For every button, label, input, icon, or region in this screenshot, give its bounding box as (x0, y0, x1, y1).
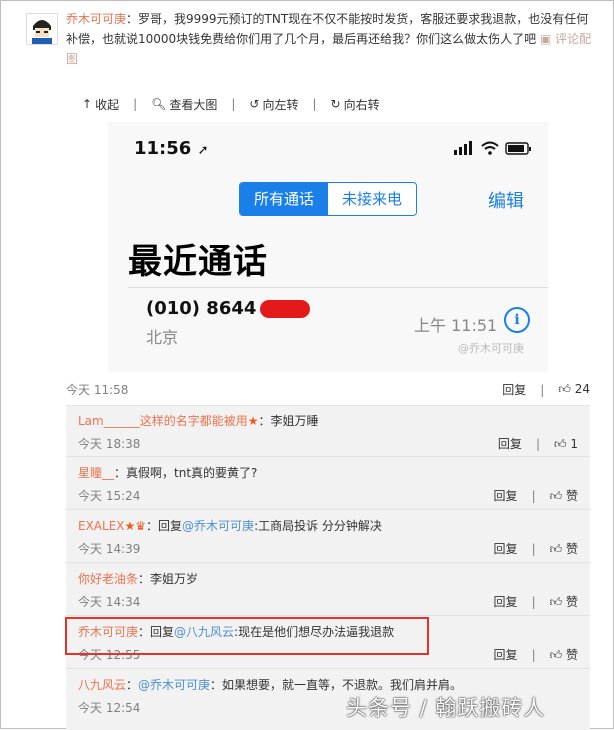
mention-link[interactable]: @乔木可可庚 (182, 519, 254, 533)
post-time: 今天 11:58 (66, 383, 129, 397)
comment-time: 今天 14:34 (78, 595, 141, 609)
location-icon: ➚ (197, 143, 209, 158)
status-icons (454, 140, 532, 159)
post-meta: 今天 11:58 回复 | 👍︎ 24 (66, 381, 590, 399)
rotate-left-icon: ↺ (249, 97, 260, 111)
like-button[interactable]: 👍︎ 1 (554, 435, 578, 453)
comment-user[interactable]: 你好老油条 (78, 572, 138, 586)
comment-text: ：李姐万岁 (138, 572, 199, 586)
thumbs-up-icon: 👍︎ (549, 648, 563, 662)
phone-screenshot: 11:56 ➚ 所有通话 未接来电 编辑 最近通话 (010) 8644 北京 … (108, 122, 548, 372)
vip-badge-icon: ♛ (135, 519, 147, 533)
star-badge-icon: ★ (247, 414, 259, 428)
toolbar-divider: | (312, 97, 317, 111)
search-icon: 🔍︎ (151, 97, 167, 111)
divider (128, 287, 548, 288)
comment-text: ：真假啊，tnt真的要黄了? (114, 466, 258, 480)
post-text: ：罗哥，我9999元预订的TNT现在不仅不能按时发货，客服还要求我退款，也没有任… (66, 12, 589, 46)
comment-text: ：李姐万睡 (258, 414, 319, 428)
arrow-up-icon: ↑ (82, 97, 93, 111)
like-button[interactable]: 👍︎ 赞 (550, 593, 578, 611)
rotate-right-icon: ↻ (330, 97, 341, 111)
thumbs-up-icon: 👍︎ (553, 437, 567, 451)
thumbs-up-icon: 👍︎ (558, 382, 571, 396)
edit-label: 编辑 (488, 191, 524, 212)
divider (66, 509, 590, 510)
call-time: 上午 11:51 (414, 316, 498, 335)
image-icon: ▣ (540, 32, 556, 46)
status-time: 11:56 ➚ (134, 138, 209, 159)
attached-image[interactable]: 11:56 ➚ 所有通话 未接来电 编辑 最近通话 (010) 8644 北京 … (82, 122, 548, 372)
mention-link[interactable]: @乔木可可庚 (138, 678, 210, 692)
comment-user[interactable]: Lam______这样的名字都能被用 (78, 414, 248, 428)
footer-watermark: 头条号 / 翰跃搬砖人 (346, 696, 546, 720)
reply-button[interactable]: 回复 (494, 540, 518, 558)
call-filter-segment: 所有通话 未接来电 (239, 182, 417, 216)
comment-user[interactable]: EXALEX (78, 519, 125, 533)
toolbar-divider: | (133, 97, 138, 111)
divider (66, 456, 590, 457)
like-button[interactable]: 👍︎ 赞 (550, 646, 578, 664)
divider (66, 615, 590, 616)
image-toolbar: ↑ 收起 | 🔍︎ 查看大图 | ↺ 向左转 | ↻ 向右转 (82, 95, 380, 113)
tab-missed-calls: 未接来电 (328, 183, 416, 215)
comment-time: 今天 12:54 (78, 701, 141, 715)
toolbar-divider: | (231, 97, 236, 111)
like-button[interactable]: 👍︎ 赞 (550, 540, 578, 558)
comment-item: Lam______这样的名字都能被用★：李姐万睡 今天 18:38 回复 | 👍︎ … (78, 414, 578, 453)
reply-button[interactable]: 回复 (502, 381, 526, 398)
avatar[interactable] (26, 13, 58, 45)
comment-time: 今天 14:39 (78, 542, 141, 556)
comment-item: EXALEX★♛：回复@乔木可可庚:工商局投诉 分分钟解决 今天 14:39 回… (78, 519, 578, 558)
like-button[interactable]: 👍︎ 24 (558, 382, 590, 397)
comment-item: 你好老油条：李姐万岁 今天 14:34 回复 | 👍︎ 赞 (78, 572, 578, 611)
comment-time: 今天 15:24 (78, 489, 141, 503)
call-number: (010) 8644 (146, 298, 257, 319)
reply-button[interactable]: 回复 (494, 593, 518, 611)
thumbs-up-icon: 👍︎ (549, 489, 563, 503)
comment-thread: Lam______这样的名字都能被用★：李姐万睡 今天 18:38 回复 | 👍︎ … (66, 405, 590, 730)
highlight-box (65, 617, 429, 655)
post-author-link[interactable]: 乔木可可庚 (66, 12, 126, 26)
recents-title: 最近通话 (128, 242, 268, 282)
comment-user[interactable]: 星瞳__ (78, 466, 114, 480)
star-badge-icon: ★ (124, 519, 136, 533)
divider (66, 562, 590, 563)
comment-user[interactable]: 八九风云 (78, 678, 126, 692)
tab-all-calls: 所有通话 (240, 183, 328, 215)
comment-text: :工商局投诉 分分钟解决 (254, 519, 382, 533)
rotate-right-button[interactable]: ↻ 向右转 (331, 96, 380, 113)
rotate-left-button[interactable]: ↺ 向左转 (249, 96, 298, 113)
reply-button[interactable]: 回复 (494, 646, 518, 664)
view-large-button[interactable]: 🔍︎ 查看大图 (151, 96, 217, 113)
divider: | (540, 382, 545, 397)
redaction-mark (260, 300, 310, 318)
call-location: 北京 (146, 328, 179, 347)
reply-button[interactable]: 回复 (494, 487, 518, 505)
reply-button[interactable]: 回复 (498, 435, 522, 453)
collapse-button[interactable]: ↑ 收起 (82, 96, 119, 113)
thumbs-up-icon: 👍︎ (549, 542, 563, 556)
info-icon: i (504, 307, 530, 333)
post-content: 乔木可可庚：罗哥，我9999元预订的TNT现在不仅不能按时发货，客服还要求我退款… (66, 9, 596, 69)
image-watermark: @乔木可可庚 (458, 342, 524, 355)
comment-item: 星瞳__：真假啊，tnt真的要黄了? 今天 15:24 回复 | 👍︎ 赞 (78, 466, 578, 505)
comment-time: 今天 18:38 (78, 437, 141, 451)
comment-text: ：如果想要，就一直等，不退款。我们肩并肩。 (210, 678, 463, 692)
thumbs-up-icon: 👍︎ (549, 595, 563, 609)
divider (66, 668, 590, 669)
like-button[interactable]: 👍︎ 赞 (550, 487, 578, 505)
